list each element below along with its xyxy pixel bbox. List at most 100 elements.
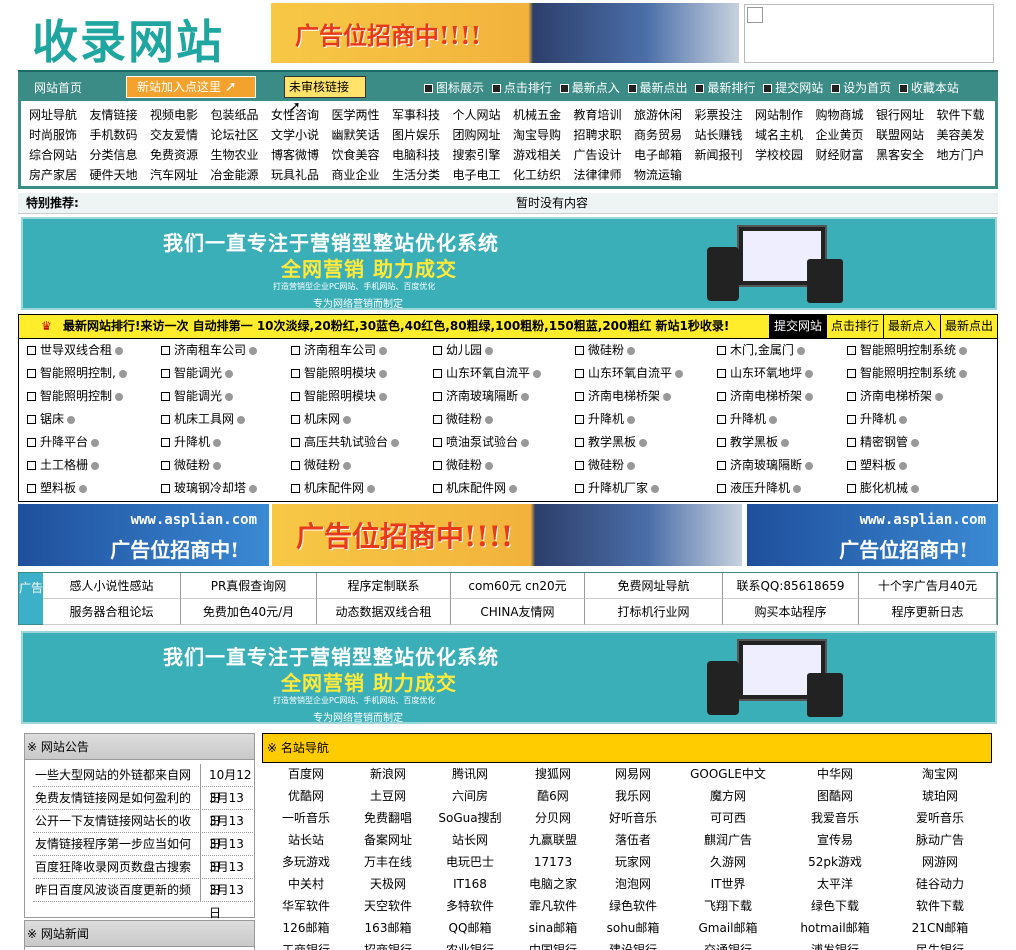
category-link[interactable]: 机械五金 <box>513 105 574 125</box>
famous-site-link[interactable]: 招商银行 <box>350 939 426 950</box>
famous-site-link[interactable]: 中国银行 <box>514 939 592 950</box>
category-link[interactable]: 军事科技 <box>392 105 453 125</box>
famous-site-link[interactable]: 天空软件 <box>350 895 426 917</box>
broken-image[interactable] <box>744 4 994 63</box>
famous-site-link[interactable]: 九赢联盟 <box>514 829 592 851</box>
rank-site-link[interactable]: 升降机 <box>161 431 285 454</box>
rank-site-link[interactable]: 升降机 <box>847 408 987 431</box>
category-link[interactable]: 美容美发 <box>937 125 998 145</box>
nav-link-submit[interactable]: 提交网站 <box>763 81 823 95</box>
famous-site-link[interactable]: 绿色软件 <box>592 895 674 917</box>
famous-site-link[interactable]: 落伍者 <box>592 829 674 851</box>
famous-site-link[interactable]: 麒润广告 <box>674 829 782 851</box>
famous-site-link[interactable]: 霏凡软件 <box>514 895 592 917</box>
rank-site-link[interactable]: 升降平台 <box>27 431 155 454</box>
marketing-ad-banner[interactable]: 我们一直专注于营销型整站优化系统 全网营销 助力成交 打造营销型企业PC网站、手… <box>21 217 997 310</box>
rank-site-link[interactable]: 智能调光 <box>161 385 285 408</box>
famous-site-link[interactable]: GOOGLE中文 <box>674 763 782 785</box>
category-link[interactable]: 文学小说 <box>271 125 332 145</box>
famous-site-link[interactable]: 图酷网 <box>782 785 888 807</box>
text-link-ad[interactable]: 打标机行业网 <box>585 599 723 625</box>
famous-site-link[interactable]: 搜狐网 <box>514 763 592 785</box>
rank-site-link[interactable]: 山东环氧自流平 <box>433 362 569 385</box>
nav-link-latest-in[interactable]: 最新点入 <box>560 81 620 95</box>
category-link[interactable]: 图片娱乐 <box>392 125 453 145</box>
category-link[interactable]: 个人网站 <box>453 105 514 125</box>
rank-site-link[interactable]: 液压升降机 <box>717 477 841 500</box>
category-link[interactable]: 玩具礼品 <box>271 165 332 185</box>
rank-site-link[interactable]: 微硅粉 <box>291 454 427 477</box>
small-ad-right[interactable]: www.asplian.com 广告位招商中! <box>747 504 998 566</box>
famous-site-link[interactable]: 多玩游戏 <box>262 851 350 873</box>
text-link-ad[interactable]: 程序定制联系 <box>317 573 451 599</box>
text-link-ad[interactable]: 十个字广告月40元 <box>859 573 997 599</box>
announcement-item[interactable]: 免费友情链接网是如何盈利的 3月13日 <box>33 787 253 828</box>
famous-site-link[interactable]: 琥珀网 <box>888 785 992 807</box>
famous-site-link[interactable]: 宣传易 <box>782 829 888 851</box>
text-link-ad[interactable]: PR真假查询网 <box>181 573 317 599</box>
site-logo[interactable]: 收录网站 <box>32 6 224 72</box>
famous-site-link[interactable]: 百度网 <box>262 763 350 785</box>
famous-site-link[interactable]: sina邮箱 <box>514 917 592 939</box>
marketing-ad-banner-2[interactable]: 我们一直专注于营销型整站优化系统 全网营销 助力成交 打造营销型企业PC网站、手… <box>21 631 997 724</box>
category-link[interactable]: 物流运输 <box>634 165 695 185</box>
famous-site-link[interactable]: 21CN邮箱 <box>888 917 992 939</box>
category-link[interactable]: 视频电影 <box>150 105 211 125</box>
famous-site-link[interactable]: 土豆网 <box>350 785 426 807</box>
join-button[interactable]: 新站加入点这里 ➚ <box>126 76 256 98</box>
category-link[interactable]: 商务贸易 <box>634 125 695 145</box>
famous-site-link[interactable]: 免费翻唱 <box>350 807 426 829</box>
famous-site-link[interactable]: 工商银行 <box>262 939 350 950</box>
famous-site-link[interactable]: IT世界 <box>674 873 782 895</box>
famous-site-link[interactable]: 我乐网 <box>592 785 674 807</box>
famous-site-link[interactable]: 多特软件 <box>426 895 514 917</box>
rank-site-link[interactable]: 微硅粉 <box>433 408 569 431</box>
category-link[interactable]: 网址导航 <box>29 105 90 125</box>
category-link[interactable]: 包装纸品 <box>211 105 272 125</box>
category-link[interactable]: 友情链接 <box>90 105 151 125</box>
nav-link-latest-rank[interactable]: 最新排行 <box>695 81 755 95</box>
category-link[interactable]: 旅游休闲 <box>634 105 695 125</box>
category-link[interactable]: 电脑科技 <box>392 145 453 165</box>
category-link[interactable]: 电子电工 <box>453 165 514 185</box>
rank-site-link[interactable]: 智能照明控制系统 <box>847 362 987 385</box>
category-link[interactable]: 冶金能源 <box>211 165 272 185</box>
rank-site-link[interactable]: 济南电梯桥架 <box>575 385 711 408</box>
nav-link-bookmark[interactable]: 收藏本站 <box>899 81 959 95</box>
category-link[interactable]: 财经财富 <box>816 145 877 165</box>
famous-site-link[interactable]: Gmail邮箱 <box>674 917 782 939</box>
category-link[interactable]: 招聘求职 <box>574 125 635 145</box>
category-link[interactable]: 生物农业 <box>211 145 272 165</box>
rank-site-link[interactable]: 智能照明控制系统 <box>847 339 987 362</box>
rank-site-link[interactable]: 机床配件网 <box>433 477 569 500</box>
famous-site-link[interactable]: 站长网 <box>426 829 514 851</box>
famous-site-link[interactable]: 电脑之家 <box>514 873 592 895</box>
famous-site-link[interactable]: sohu邮箱 <box>592 917 674 939</box>
text-link-ad[interactable]: com60元 cn20元 <box>451 573 585 599</box>
famous-site-link[interactable]: 新浪网 <box>350 763 426 785</box>
category-link[interactable]: 交友爱情 <box>150 125 211 145</box>
announcement-text[interactable]: 百度狂降收录网页数盘古搜索 <box>35 856 201 879</box>
rank-site-link[interactable]: 教学黑板 <box>717 431 841 454</box>
famous-site-link[interactable]: 民生银行 <box>888 939 992 950</box>
rank-site-link[interactable]: 喷油泵试验台 <box>433 431 569 454</box>
rank-site-link[interactable]: 机床网 <box>291 408 427 431</box>
rank-site-link[interactable]: 幼儿园 <box>433 339 569 362</box>
famous-site-link[interactable]: 酷6网 <box>514 785 592 807</box>
rank-site-link[interactable]: 微硅粉 <box>575 454 711 477</box>
announcement-text[interactable]: 昨日百度风波谈百度更新的频 <box>35 879 201 902</box>
category-link[interactable]: 商业企业 <box>332 165 393 185</box>
nav-home-link[interactable]: 网站首页 <box>34 79 82 96</box>
famous-site-link[interactable]: 魔方网 <box>674 785 782 807</box>
rank-site-link[interactable]: 升降机厂家 <box>575 477 711 500</box>
famous-site-link[interactable]: 我爱音乐 <box>782 807 888 829</box>
famous-site-link[interactable]: 软件下载 <box>888 895 992 917</box>
rank-site-link[interactable]: 机床工具网 <box>161 408 285 431</box>
announcement-item[interactable]: 一些大型网站的外链都来自网 10月12日 <box>33 764 253 805</box>
middle-ad-banner[interactable]: 广告位招商中!!!! <box>272 504 742 566</box>
famous-site-link[interactable]: 华军软件 <box>262 895 350 917</box>
text-link-ad[interactable]: 动态数据双线合租 <box>317 599 451 625</box>
famous-site-link[interactable]: 硅谷动力 <box>888 873 992 895</box>
category-link[interactable]: 学校校园 <box>755 145 816 165</box>
text-link-ad[interactable]: CHINA友情网 <box>451 599 585 625</box>
